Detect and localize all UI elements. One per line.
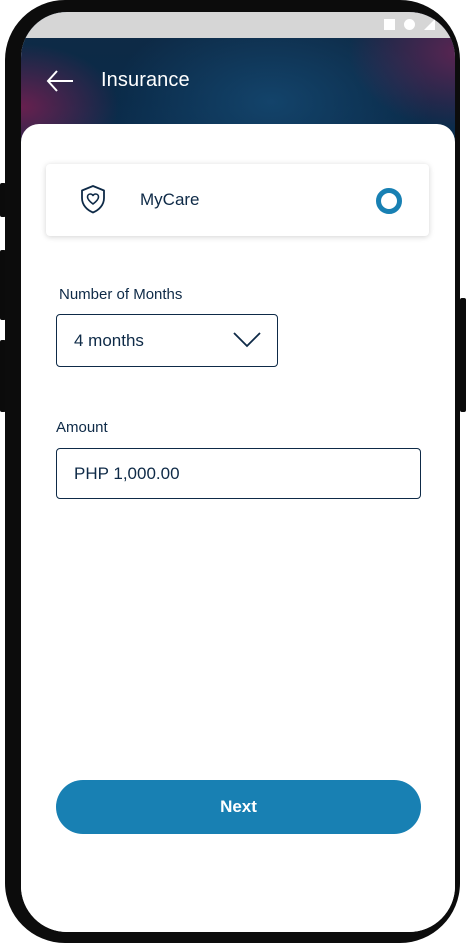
months-selected-value: 4 months: [74, 331, 144, 350]
shield-heart-icon: [80, 184, 106, 214]
product-radio-selected[interactable]: [376, 188, 402, 214]
months-label: Number of Months: [59, 286, 183, 303]
amount-field[interactable]: [56, 448, 421, 499]
status-icons: [384, 19, 435, 30]
main-content: MyCare Number of Months 4 months Amount …: [21, 124, 455, 932]
months-dropdown[interactable]: 4 months: [56, 314, 278, 367]
amount-label: Amount: [56, 419, 108, 436]
arrow-left-icon: [46, 70, 73, 92]
square-icon: [384, 19, 395, 30]
phone-screen: Insurance MyCare Number of Months 4 mont…: [21, 12, 455, 932]
next-button[interactable]: Next: [56, 780, 421, 834]
chevron-down-icon: [233, 332, 261, 348]
triangle-icon: [424, 19, 435, 30]
page-title: Insurance: [101, 69, 190, 91]
status-bar: [21, 12, 455, 38]
device-mockup: Insurance MyCare Number of Months 4 mont…: [0, 0, 466, 945]
phone-frame: Insurance MyCare Number of Months 4 mont…: [5, 0, 460, 943]
product-name: MyCare: [140, 190, 200, 209]
insurance-product-card[interactable]: MyCare: [46, 164, 429, 236]
circle-icon: [404, 19, 415, 30]
back-button[interactable]: [45, 66, 75, 96]
app-bar: Insurance: [21, 38, 455, 124]
side-button-power: [460, 298, 466, 412]
